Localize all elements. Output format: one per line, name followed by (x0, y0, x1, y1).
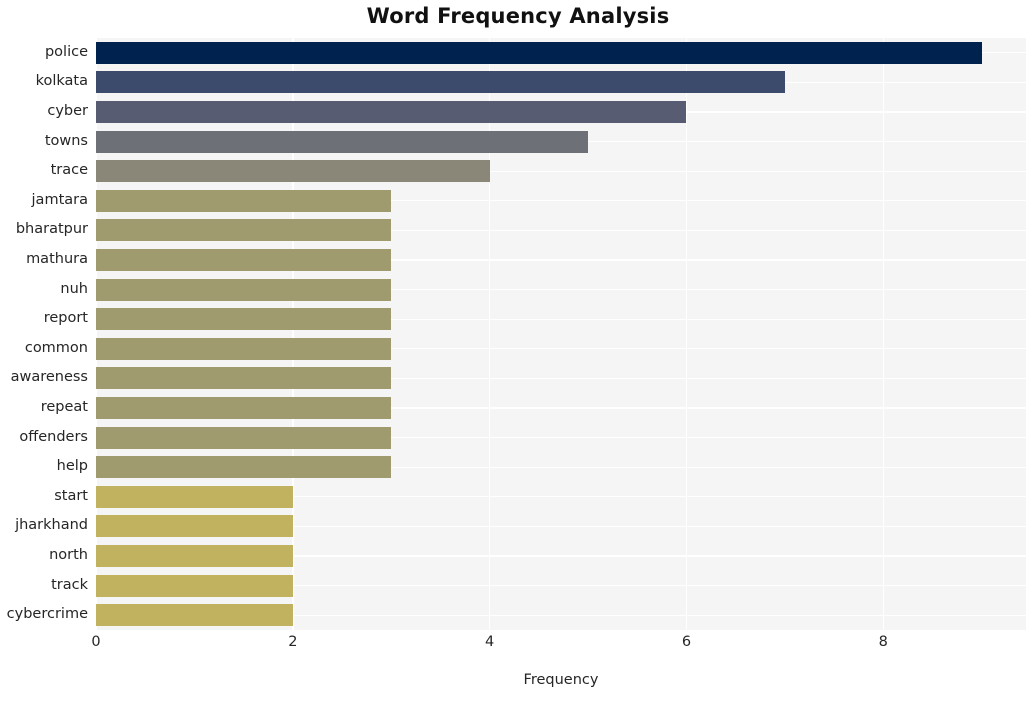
y-tick-label-nuh: nuh (60, 280, 88, 297)
y-tick-label-report: report (43, 310, 88, 327)
y-tick-label-common: common (24, 339, 88, 356)
x-axis-tick-labels: 0 2 4 6 8 (0, 634, 1036, 664)
x-tick-label-0: 0 (91, 634, 101, 650)
x-tick-label-2: 2 (288, 634, 298, 650)
y-tick-label-cybercrime: cybercrime (6, 606, 88, 623)
y-tick-label-kolkata: kolkata (35, 73, 88, 90)
y-tick-label-track: track (51, 576, 88, 593)
y-tick-label-repeat: repeat (40, 399, 88, 415)
x-tick-label-8: 8 (878, 634, 888, 650)
x-tick-label-6: 6 (681, 634, 692, 650)
y-tick-label-towns: towns (44, 132, 88, 149)
y-tick-label-police: police (44, 43, 88, 60)
y-tick-label-mathura: mathura (26, 251, 88, 267)
y-tick-label-jamtara: jamtara (31, 191, 88, 208)
y-tick-label-awareness: awareness (10, 369, 88, 386)
x-axis-label: Frequency (523, 672, 599, 688)
chart-figure: Word Frequency Analysis police kolkata cyb… (0, 0, 1036, 701)
y-tick-label-help: help (56, 458, 88, 475)
chart-title: Word Frequency Analysis (366, 4, 670, 28)
y-tick-label-jharkhand: jharkhand (15, 517, 88, 534)
y-tick-label-cyber: cyber (47, 103, 88, 119)
y-axis-tick-labels: police kolkata cyber towns trace jamtara bhara… (0, 38, 1036, 630)
x-tick-label-4: 4 (485, 634, 495, 650)
y-tick-label-offenders: offenders (19, 428, 88, 445)
y-tick-label-trace: trace (50, 162, 88, 179)
y-tick-label-start: start (54, 487, 88, 504)
y-tick-label-north: north (49, 547, 88, 563)
y-tick-label-bharatpur: bharatpur (15, 221, 88, 238)
